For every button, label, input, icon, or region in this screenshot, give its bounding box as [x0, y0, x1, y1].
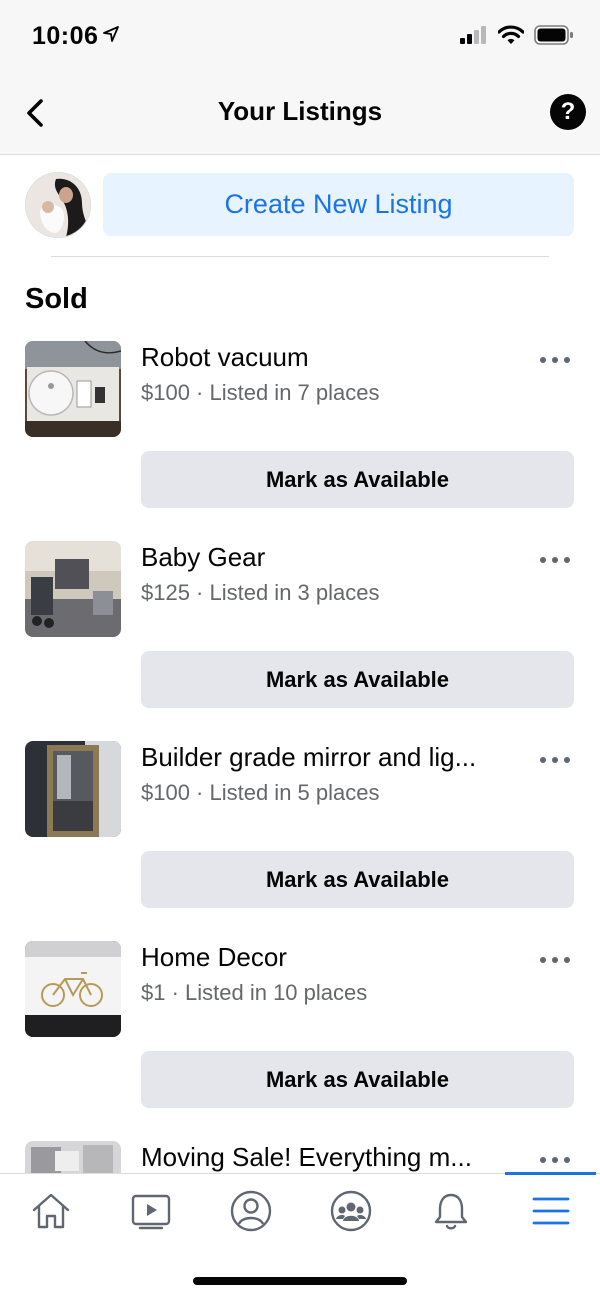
help-icon: ?	[560, 98, 576, 125]
mark-as-available-button[interactable]: Mark as Available	[141, 851, 574, 908]
create-new-listing-button[interactable]: Create New Listing	[103, 173, 574, 236]
tab-notifications[interactable]	[421, 1186, 481, 1236]
listing-item[interactable]: Moving Sale! Everything m...	[0, 1141, 600, 1173]
listing-title[interactable]: Baby Gear	[141, 542, 511, 573]
listing-thumbnail[interactable]	[25, 341, 121, 437]
active-tab-indicator	[505, 1172, 596, 1175]
profile-icon	[230, 1190, 272, 1232]
tab-home[interactable]	[21, 1186, 81, 1236]
signal-icon	[460, 26, 486, 44]
listing-price-places: $100 · Listed in 5 places	[141, 780, 380, 805]
listing-item[interactable]: Baby Gear $125 · Listed in 3 places Mark…	[0, 541, 600, 741]
listing-thumbnail[interactable]	[25, 741, 121, 837]
tab-menu[interactable]	[521, 1186, 581, 1236]
tab-profile[interactable]	[221, 1186, 281, 1236]
page-title: Your Listings	[217, 96, 383, 126]
listing-title[interactable]: Robot vacuum	[141, 342, 511, 373]
video-icon	[131, 1194, 171, 1230]
home-indicator	[193, 1277, 407, 1285]
tab-watch[interactable]	[121, 1186, 181, 1236]
listing-price-places: $100 · Listed in 7 places	[141, 380, 380, 405]
more-options-button[interactable]	[540, 355, 570, 365]
wifi-icon	[498, 25, 524, 44]
menu-icon	[532, 1197, 570, 1225]
status-time: 10:06	[32, 22, 99, 50]
mark-as-available-button[interactable]: Mark as Available	[141, 451, 574, 508]
listing-item[interactable]: Robot vacuum $100 · Listed in 7 places M…	[0, 341, 600, 541]
listing-title[interactable]: Builder grade mirror and lig...	[141, 742, 511, 773]
listing-item[interactable]: Home Decor $1 · Listed in 10 places Mark…	[0, 941, 600, 1141]
avatar[interactable]	[25, 172, 91, 238]
listing-title[interactable]: Home Decor	[141, 942, 511, 973]
listing-item[interactable]: Builder grade mirror and lig... $100 · L…	[0, 741, 600, 941]
status-bar: 10:06	[0, 0, 600, 72]
mirror-photo	[25, 741, 121, 837]
status-icons	[460, 25, 574, 45]
mark-as-available-button[interactable]: Mark as Available	[141, 1051, 574, 1108]
robot-vacuum-photo	[25, 341, 121, 437]
moving-sale-photo	[25, 1141, 121, 1173]
create-listing-row: Create New Listing	[0, 155, 600, 257]
location-arrow-icon	[103, 26, 119, 42]
section-title-sold: Sold	[25, 283, 88, 315]
divider	[51, 256, 549, 257]
help-button[interactable]: ?	[550, 94, 586, 130]
battery-icon	[534, 25, 573, 45]
bell-icon	[434, 1193, 468, 1230]
listing-thumbnail[interactable]	[25, 1141, 121, 1173]
bicycle-art-photo	[25, 941, 121, 1037]
avatar-photo	[26, 173, 90, 237]
more-options-button[interactable]	[540, 755, 570, 765]
listing-thumbnail[interactable]	[25, 941, 121, 1037]
listing-price-places: $125 · Listed in 3 places	[141, 580, 380, 605]
listing-price-places: $1 · Listed in 10 places	[141, 980, 368, 1005]
more-options-button[interactable]	[540, 555, 570, 565]
mark-as-available-button[interactable]: Mark as Available	[141, 651, 574, 708]
groups-icon	[330, 1190, 372, 1232]
tab-groups[interactable]	[321, 1186, 381, 1236]
listing-title[interactable]: Moving Sale! Everything m...	[141, 1142, 511, 1173]
listing-thumbnail[interactable]	[25, 541, 121, 637]
nav-header: Your Listings ?	[0, 72, 600, 155]
more-options-button[interactable]	[540, 1155, 570, 1165]
baby-gear-photo	[25, 541, 121, 637]
more-options-button[interactable]	[540, 955, 570, 965]
home-icon	[32, 1193, 70, 1229]
